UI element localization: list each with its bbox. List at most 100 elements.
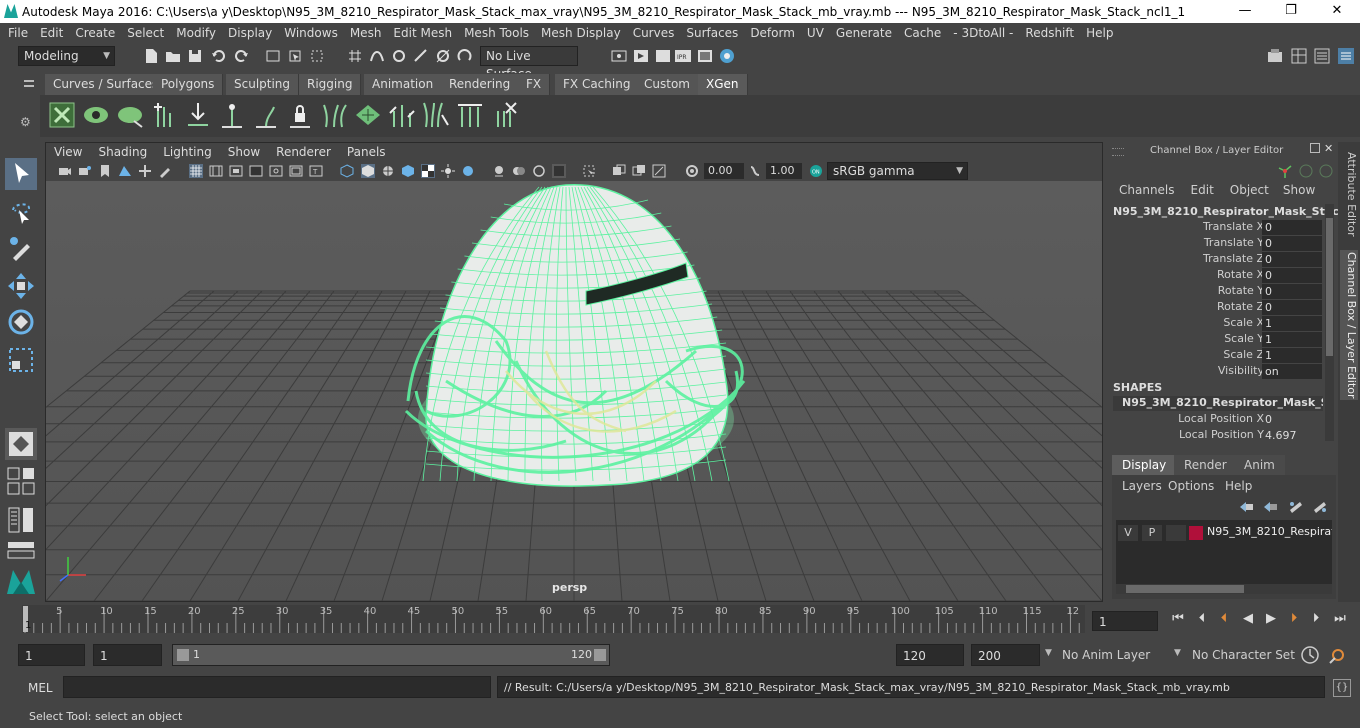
channel-value[interactable]: on [1262, 364, 1322, 379]
live-surface-field[interactable]: No Live Surface [480, 46, 578, 81]
cb-menu-show[interactable]: Show [1283, 183, 1315, 197]
viewport-canvas[interactable]: persp [46, 181, 1102, 601]
step-back-frame-button[interactable]: ⏴ [1194, 611, 1210, 627]
menu-modify[interactable]: Modify [170, 26, 222, 40]
cb-menu-channels[interactable]: Channels [1119, 183, 1175, 197]
render-region-icon[interactable] [610, 47, 628, 65]
layer-tab-display[interactable]: Display [1112, 455, 1177, 475]
menu-generate[interactable]: Generate [830, 26, 898, 40]
channel-value[interactable]: 0 [1262, 236, 1322, 251]
menu-3dtoall[interactable]: - 3DtoAll - [947, 26, 1019, 40]
layer-horizontal-scrollbar[interactable] [1116, 584, 1332, 594]
channel-rotate-x[interactable]: Rotate X0 [1112, 268, 1324, 284]
snap-view-icon[interactable] [412, 47, 430, 65]
two-d-pan-icon[interactable] [138, 164, 152, 178]
shape-name[interactable]: N95_3M_8210_Respirator_Mask_Stac... [1113, 396, 1323, 411]
motion-blur-icon[interactable] [582, 164, 596, 178]
add-guides-icon[interactable] [150, 101, 178, 129]
channel-rotate-z[interactable]: Rotate Z0 [1112, 300, 1324, 316]
snap-grid-icon[interactable] [346, 47, 364, 65]
channel-value[interactable]: 0 [1262, 412, 1322, 427]
tab-xgen[interactable]: XGen [698, 74, 748, 95]
speed-icon[interactable] [1298, 163, 1314, 179]
move-tool-icon[interactable] [5, 270, 37, 302]
gate-mask-icon[interactable] [249, 164, 263, 178]
channel-value[interactable]: 1 [1262, 348, 1322, 363]
graph-layout-icon[interactable] [5, 540, 37, 560]
isolate-icon[interactable] [461, 164, 475, 178]
go-to-end-button[interactable]: ⏭ [1332, 611, 1348, 627]
new-layer-icon[interactable] [1288, 500, 1304, 514]
channel-scale-x[interactable]: Scale X1 [1112, 316, 1324, 332]
new-layer-selected-icon[interactable] [1312, 500, 1328, 514]
wireframe-icon[interactable] [340, 164, 354, 178]
resolution-gate-icon[interactable] [229, 164, 243, 178]
layer-tab-render[interactable]: Render [1174, 455, 1237, 475]
new-scene-icon[interactable] [142, 47, 160, 65]
time-slider[interactable] [22, 605, 1085, 633]
shelf-menu-icon[interactable] [24, 77, 34, 91]
layer-menu-help[interactable]: Help [1225, 479, 1252, 493]
xgen-preview-icon[interactable] [82, 101, 110, 129]
toggle-attribute-icon[interactable] [1313, 47, 1331, 65]
anim-layer-dropdown[interactable]: No Anim Layer [1062, 648, 1150, 662]
menu-select[interactable]: Select [121, 26, 170, 40]
tab-attribute-editor[interactable]: Attribute Editor [1340, 150, 1358, 238]
redo-icon[interactable] [232, 47, 250, 65]
lasso-tool-icon[interactable] [5, 196, 37, 228]
xray-icon[interactable] [492, 164, 506, 178]
menu-deform[interactable]: Deform [744, 26, 801, 40]
vp-menu-panels[interactable]: Panels [339, 145, 394, 159]
four-view-layout-icon[interactable] [5, 466, 37, 496]
tab-sculpting[interactable]: Sculpting [226, 74, 300, 95]
auto-key-icon[interactable] [1300, 645, 1320, 665]
lighting-all-icon[interactable] [421, 164, 435, 178]
save-scene-icon[interactable] [186, 47, 204, 65]
channel-value[interactable]: 0 [1262, 268, 1322, 283]
move-guides-icon[interactable] [184, 101, 212, 129]
xgen-editor-icon[interactable] [48, 101, 76, 129]
menu-redshift[interactable]: Redshift [1019, 26, 1080, 40]
step-forward-frame-button[interactable]: ⏵ [1308, 611, 1324, 627]
maximize-button[interactable]: ❐ [1268, 0, 1314, 23]
vp-menu-show[interactable]: Show [220, 145, 268, 159]
channel-scale-z[interactable]: Scale Z1 [1112, 348, 1324, 364]
chevron-down-icon[interactable]: ▼ [1045, 648, 1052, 658]
menu-windows[interactable]: Windows [278, 26, 344, 40]
layer-name[interactable]: N95_3M_8210_Respirato [1207, 525, 1332, 538]
move-layer-up-icon[interactable] [1238, 500, 1254, 514]
select-hierarchy-icon[interactable] [264, 47, 282, 65]
channel-value[interactable]: 0 [1262, 300, 1322, 315]
mode-dropdown[interactable]: Modeling ▼ [18, 46, 115, 66]
multisample-aa-icon[interactable] [612, 164, 626, 178]
channel-rotate-y[interactable]: Rotate Y0 [1112, 284, 1324, 300]
bookmarks-icon[interactable] [98, 164, 112, 178]
vp-menu-shading[interactable]: Shading [90, 145, 155, 159]
snap-point-icon[interactable] [390, 47, 408, 65]
textured-icon[interactable] [401, 164, 415, 178]
guide-flatten-icon[interactable] [456, 101, 484, 129]
make-live-icon[interactable] [456, 47, 474, 65]
chevron-down-icon[interactable]: ▼ [1174, 648, 1181, 658]
render-settings-icon[interactable] [654, 47, 672, 65]
cb-menu-object[interactable]: Object [1230, 183, 1269, 197]
guide-comb-icon[interactable] [320, 101, 348, 129]
menu-file[interactable]: File [0, 26, 34, 40]
select-object-icon[interactable] [286, 47, 304, 65]
screen-space-ao-icon[interactable] [552, 164, 566, 178]
outliner-layout-icon[interactable] [5, 504, 37, 536]
manipulator-axis-icon[interactable] [1276, 163, 1294, 179]
tab-curves-surfaces[interactable]: Curves / Surfaces [45, 74, 168, 95]
select-component-icon[interactable] [308, 47, 326, 65]
hyper-icon[interactable] [1318, 163, 1334, 179]
close-button[interactable]: ✕ [1314, 0, 1360, 23]
shadows-icon[interactable] [441, 164, 455, 178]
film-gate-icon[interactable] [209, 164, 223, 178]
toggle-panels-icon[interactable] [1290, 47, 1308, 65]
script-language-label[interactable]: MEL [28, 681, 53, 695]
channel-scrollbar[interactable] [1325, 204, 1334, 441]
minimize-button[interactable]: — [1222, 0, 1268, 23]
close-panel-icon[interactable]: ✕ [1324, 142, 1333, 155]
go-to-start-button[interactable]: ⏮ [1170, 611, 1186, 627]
menu-help[interactable]: Help [1080, 26, 1119, 40]
